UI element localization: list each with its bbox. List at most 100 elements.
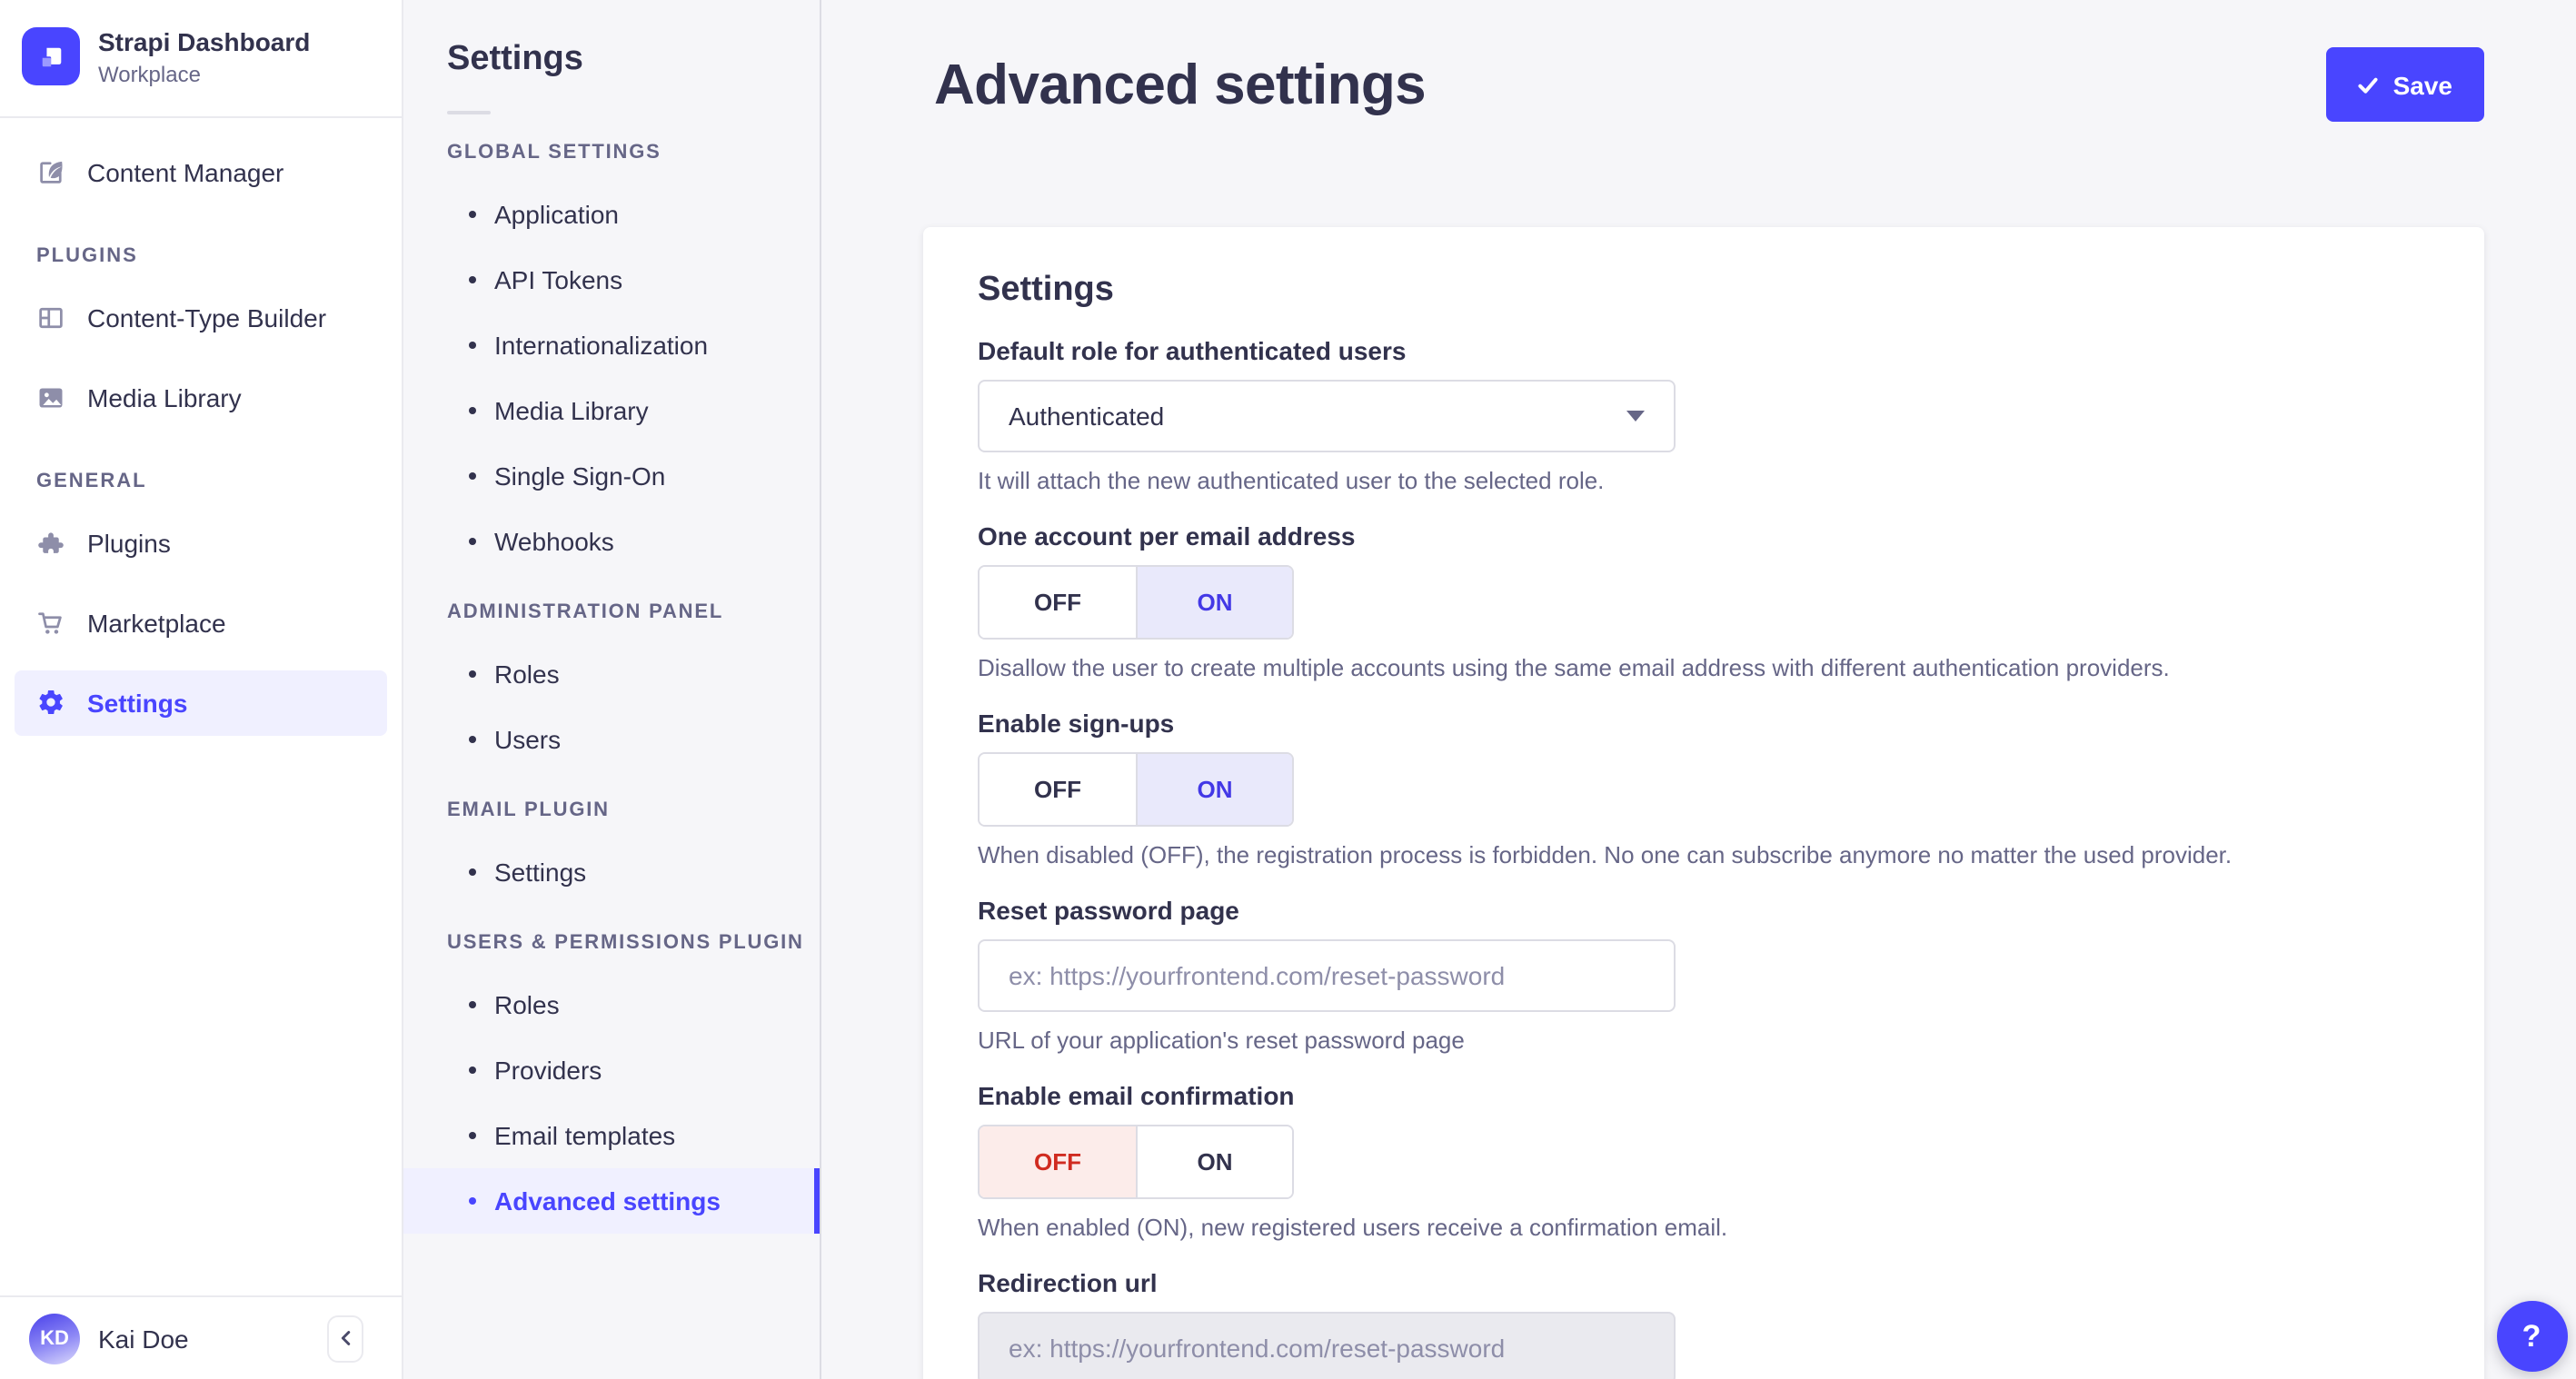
field-label: Enable sign-ups [978, 709, 1175, 738]
brand-workspace: Workplace [98, 61, 201, 86]
sidebar-item-content-type-builder[interactable]: Content-Type Builder [15, 284, 387, 350]
subnav-section-label: GLOBAL SETTINGS [447, 142, 661, 164]
bullet-icon [469, 538, 476, 545]
app-sidebar: Strapi Dashboard Workplace Content Manag… [0, 0, 403, 1379]
media-library-icon [36, 382, 65, 412]
bullet-icon [469, 1132, 476, 1139]
sidebar-item-plugins[interactable]: Plugins [15, 510, 387, 575]
app: Strapi Dashboard Workplace Content Manag… [0, 0, 2576, 1379]
subnav-section: USERS & PERMISSIONS PLUGIN Roles Providers… [403, 932, 820, 1234]
sidebar-item-label: Marketplace [87, 608, 226, 637]
field-one-account-per-email-address: One account per email address OFF ON Disall… [978, 521, 2429, 683]
bullet-icon [469, 276, 476, 283]
toggle-option-off[interactable]: OFF [980, 567, 1136, 638]
subnav-sections: GLOBAL SETTINGS Application API Tokens Inte… [403, 142, 820, 1234]
input-redirection-url[interactable] [978, 1312, 1676, 1379]
field-label: Redirection url [978, 1268, 1158, 1297]
field-hint: Disallow the user to create multiple acc… [978, 654, 2170, 681]
select-value: Authenticated [1009, 402, 1165, 431]
field-label: Reset password page [978, 896, 1239, 925]
settings-gear-icon [36, 688, 65, 717]
subnav-item-webhooks[interactable]: Webhooks [403, 509, 820, 574]
page-title: Advanced settings [934, 52, 1427, 115]
sidebar-section-label: GENERAL [36, 470, 147, 491]
bullet-icon [469, 1066, 476, 1074]
subnav-item-settings[interactable]: Settings [403, 839, 820, 905]
subnav-item-api-tokens[interactable]: API Tokens [403, 247, 820, 313]
subnav-item-label: Application [494, 200, 619, 229]
subnav-title: Settings [447, 40, 583, 78]
subnav-item-label: Providers [494, 1056, 602, 1085]
sidebar-item-settings[interactable]: Settings [15, 670, 387, 735]
bullet-icon [469, 1001, 476, 1008]
check-icon [2357, 74, 2379, 95]
subnav-item-label: Roles [494, 660, 560, 689]
sidebar-item-label: Plugins [87, 528, 171, 557]
plugins-icon [36, 528, 65, 557]
bullet-icon [469, 211, 476, 218]
subnav-item-providers[interactable]: Providers [403, 1037, 820, 1103]
field-default-role-for-authenticated-users: Default role for authenticated users Auth… [978, 336, 2429, 496]
brand-name: Strapi Dashboard [98, 27, 311, 56]
bullet-icon [469, 868, 476, 876]
user-name: Kai Doe [98, 1324, 189, 1353]
subnav-item-roles[interactable]: Roles [403, 972, 820, 1037]
input-reset-password-page[interactable] [978, 939, 1676, 1012]
subnav-section: GLOBAL SETTINGS Application API Tokens Inte… [403, 142, 820, 574]
subnav-item-label: Settings [494, 858, 587, 887]
brand-block: Strapi Dashboard Workplace [0, 0, 402, 117]
subnav-item-advanced-settings[interactable]: Advanced settings [403, 1168, 820, 1234]
subnav-section-label: USERS & PERMISSIONS PLUGIN [447, 932, 804, 954]
subnav-item-label: Media Library [494, 396, 649, 425]
sidebar-section-label: PLUGINS [36, 244, 138, 266]
sidebar-item-label: Media Library [87, 382, 242, 412]
main-header: Advanced settings Save [821, 0, 2576, 122]
toggle-option-off[interactable]: OFF [980, 754, 1136, 825]
subnav-divider [447, 111, 491, 114]
subnav-section: ADMINISTRATION PANEL Roles Users [403, 601, 820, 772]
toggle-option-on[interactable]: ON [1136, 567, 1292, 638]
field-label: Default role for authenticated users [978, 336, 1407, 365]
bullet-icon [469, 1197, 476, 1205]
save-button[interactable]: Save [2325, 47, 2483, 122]
toggle-option-on[interactable]: ON [1136, 754, 1292, 825]
sidebar-collapse-button[interactable] [327, 1315, 363, 1362]
subnav-item-application[interactable]: Application [403, 182, 820, 247]
select-default-role-for-authenticated-users[interactable]: Authenticated [978, 380, 1676, 452]
field-hint: When disabled (OFF), the registration pr… [978, 841, 2233, 868]
sidebar-item-label: Content-Type Builder [87, 303, 327, 332]
toggle-option-on[interactable]: ON [1136, 1126, 1292, 1197]
chevron-down-icon [1626, 411, 1645, 422]
field-reset-password-page: Reset password page URL of your applicati… [978, 896, 2429, 1056]
subnav-item-label: Users [494, 725, 562, 754]
panel-heading: Settings [978, 271, 1114, 309]
help-button[interactable]: ? [2496, 1301, 2567, 1372]
sidebar-item-media-library[interactable]: Media Library [15, 364, 387, 430]
subnav-item-roles[interactable]: Roles [403, 641, 820, 707]
sidebar-item-label: Settings [87, 688, 188, 717]
subnav-section-label: EMAIL PLUGIN [447, 799, 610, 821]
toggle-enable-email-confirmation: OFF ON [978, 1125, 1294, 1199]
sidebar-item-content-manager[interactable]: Content Manager [15, 139, 387, 204]
chevron-left-icon [335, 1328, 355, 1348]
settings-panel: Settings Default role for authenticated … [923, 227, 2483, 1379]
settings-subnav: Settings GLOBAL SETTINGS Application API T… [403, 0, 821, 1379]
toggle-option-off[interactable]: OFF [980, 1126, 1136, 1197]
toggle-enable-sign-ups: OFF ON [978, 752, 1294, 827]
sidebar-item-marketplace[interactable]: Marketplace [15, 590, 387, 655]
field-enable-email-confirmation: Enable email confirmation OFF ON When enabl… [978, 1081, 2429, 1243]
content-type-builder-icon [36, 303, 65, 332]
subnav-item-single-sign-on[interactable]: Single Sign-On [403, 443, 820, 509]
subnav-item-internationalization[interactable]: Internationalization [403, 313, 820, 378]
subnav-item-email-templates[interactable]: Email templates [403, 1103, 820, 1168]
bullet-icon [469, 472, 476, 480]
marketplace-icon [36, 608, 65, 637]
field-hint: URL of your application's reset password… [978, 1027, 1465, 1054]
save-button-label: Save [2392, 70, 2452, 99]
bullet-icon [469, 736, 476, 743]
sidebar-nav: Content Manager PLUGINS Content-Type Build… [0, 117, 402, 735]
subnav-item-label: Email templates [494, 1121, 676, 1150]
subnav-item-users[interactable]: Users [403, 707, 820, 772]
sidebar-item-label: Content Manager [87, 157, 284, 186]
subnav-item-media-library[interactable]: Media Library [403, 378, 820, 443]
